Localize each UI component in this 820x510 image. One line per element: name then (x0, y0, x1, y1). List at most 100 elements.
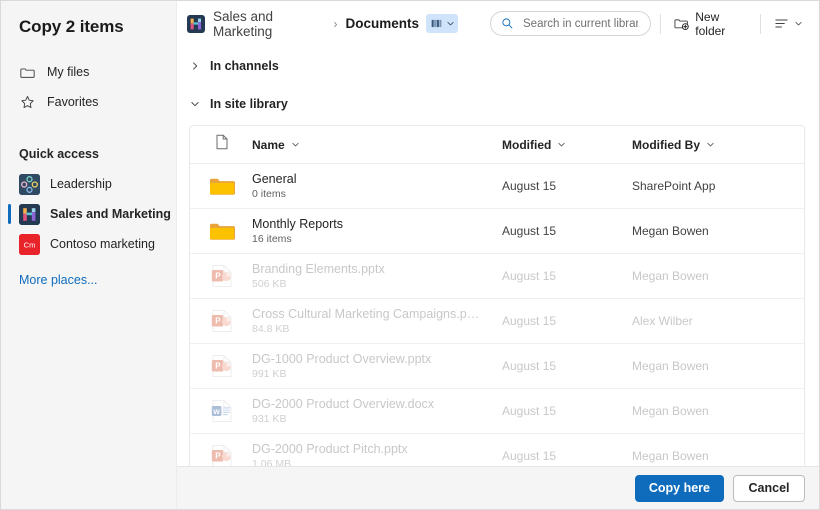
file-subtext: 0 items (252, 188, 286, 200)
sidebar-item-sales-and-marketing[interactable]: Sales and Marketing (1, 199, 176, 229)
sidebar-item-label: Sales and Marketing (50, 207, 171, 221)
file-name: DG-2000 Product Pitch.pptx (252, 442, 408, 456)
dialog-title: Copy 2 items (19, 17, 124, 36)
file-subtext: 991 KB (252, 368, 287, 380)
sidebar-item-contoso-marketing[interactable]: Cm Contoso marketing (1, 229, 176, 259)
file-subtext: 931 KB (252, 413, 287, 425)
library-switcher-button[interactable] (426, 14, 458, 33)
search-box[interactable] (490, 11, 652, 36)
file-modified: August 15 (502, 314, 557, 328)
file-modified: August 15 (502, 449, 557, 463)
content-pane: Sales and Marketing › Documents Search i… (177, 1, 819, 509)
chevron-down-icon (557, 140, 566, 149)
table-row[interactable]: Monthly Reports 16 items August 15 Megan… (190, 209, 804, 254)
column-header-modified-by[interactable]: Modified By (632, 138, 798, 152)
more-places-link[interactable]: More places... (1, 273, 176, 287)
chevron-down-icon (291, 140, 300, 149)
svg-text:W: W (213, 409, 220, 416)
section-label: In channels (210, 59, 279, 73)
cancel-button[interactable]: Cancel (733, 474, 805, 502)
file-type-icon (215, 134, 229, 155)
folder-icon (196, 221, 248, 242)
column-header-modified[interactable]: Modified (502, 138, 632, 152)
folder-icon (196, 176, 248, 197)
file-modified-by: Alex Wilber (632, 314, 693, 328)
new-folder-icon (674, 16, 689, 31)
table-row[interactable]: General 0 items August 15 SharePoint App (190, 164, 804, 209)
contoso-marketing-team-icon: Cm (19, 233, 40, 255)
chevron-down-icon (794, 19, 803, 28)
file-modified: August 15 (502, 404, 557, 418)
chevron-right-icon (189, 61, 200, 71)
sales-marketing-team-icon (187, 14, 205, 33)
file-name: Branding Elements.pptx (252, 262, 385, 276)
sidebar-item-label: My files (47, 65, 90, 79)
sidebar-item-favorites[interactable]: Favorites (1, 87, 176, 117)
file-name: General (252, 172, 297, 186)
section-in-channels[interactable]: In channels (177, 51, 819, 81)
file-modified-by: Megan Bowen (632, 359, 709, 373)
view-options-button[interactable] (770, 11, 807, 37)
file-name: Monthly Reports (252, 217, 344, 231)
sidebar-nav: My files Favorites (1, 57, 176, 117)
breadcrumb-site[interactable]: Sales and Marketing (187, 9, 325, 39)
dialog-footer: Copy here Cancel (177, 466, 819, 509)
breadcrumb-separator: › (333, 16, 338, 31)
svg-text:P: P (215, 452, 221, 461)
list-view-icon (774, 16, 789, 31)
table-row: P DG-1000 Product Overview.pptx 991 KB A… (190, 344, 804, 389)
new-folder-button[interactable]: New folder (670, 10, 751, 38)
chevron-down-icon (446, 19, 455, 28)
toolbar-divider-2 (760, 13, 761, 34)
leadership-team-icon (19, 173, 40, 195)
command-bar: Sales and Marketing › Documents Search i… (177, 1, 819, 46)
folder-outline-icon (19, 64, 36, 81)
column-header-name[interactable]: Name (248, 138, 502, 152)
breadcrumb-site-label: Sales and Marketing (213, 8, 274, 39)
copy-here-button[interactable]: Copy here (634, 474, 724, 502)
table-row: P Branding Elements.pptx 506 KB August 1… (190, 254, 804, 299)
file-list: Name Modified Modified By General 0 item… (189, 125, 805, 466)
breadcrumb-current[interactable]: Documents (345, 16, 419, 31)
file-modified: August 15 (502, 179, 557, 193)
file-modified-by: Megan Bowen (632, 404, 709, 418)
quick-access-list: Leadership Sales and Marketing Cm Contos… (1, 169, 176, 259)
column-header-modified-by-label: Modified By (632, 137, 700, 152)
column-header-file-type[interactable] (196, 134, 248, 155)
file-subtext: 16 items (252, 233, 292, 245)
copy-items-dialog: Copy 2 items My files Favorites Quick ac… (0, 0, 820, 510)
search-input[interactable] (521, 16, 641, 31)
svg-text:P: P (215, 362, 221, 371)
powerpoint-icon: P (196, 354, 248, 378)
powerpoint-icon: P (196, 264, 248, 288)
sidebar-item-my-files[interactable]: My files (1, 57, 176, 87)
table-header-row: Name Modified Modified By (190, 126, 804, 164)
file-modified-by: Megan Bowen (632, 449, 709, 463)
powerpoint-icon: P (196, 309, 248, 333)
svg-text:P: P (215, 272, 221, 281)
column-header-modified-label: Modified (502, 137, 552, 152)
chevron-down-icon (706, 140, 715, 149)
sales-marketing-team-icon (19, 203, 40, 225)
sidebar-item-label: Favorites (47, 95, 99, 109)
sidebar-item-label: Leadership (50, 177, 112, 191)
svg-text:P: P (215, 317, 221, 326)
quick-access-heading: Quick access (19, 147, 99, 161)
file-modified-by: SharePoint App (632, 179, 716, 193)
file-subtext: 506 KB (252, 278, 287, 290)
file-subtext: 84.8 KB (252, 323, 290, 335)
section-in-site-library[interactable]: In site library (177, 89, 819, 119)
sidebar-item-label: Contoso marketing (50, 237, 155, 251)
chevron-down-icon (189, 99, 200, 109)
file-modified-by: Megan Bowen (632, 269, 709, 283)
search-icon (501, 17, 514, 30)
toolbar-divider-1 (660, 13, 662, 34)
file-modified: August 15 (502, 224, 557, 238)
table-row: P Cross Cultural Marketing Campaigns.p… … (190, 299, 804, 344)
file-modified: August 15 (502, 359, 557, 373)
sidebar-item-leadership[interactable]: Leadership (1, 169, 176, 199)
file-name: DG-1000 Product Overview.pptx (252, 352, 432, 366)
table-row: W DG-2000 Product Overview.docx 931 KB A… (190, 389, 804, 434)
file-modified: August 15 (502, 269, 557, 283)
file-modified-by: Megan Bowen (632, 224, 709, 238)
